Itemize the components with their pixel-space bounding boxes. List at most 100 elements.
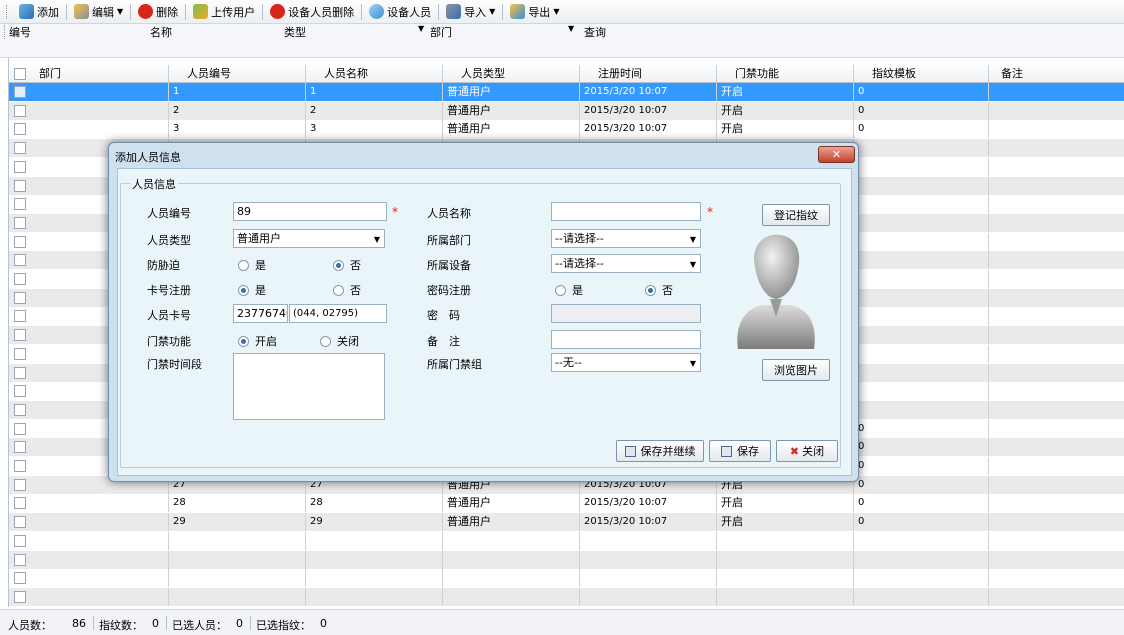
remark-input[interactable] (551, 330, 701, 349)
row-checkbox[interactable] (14, 460, 26, 472)
row-checkbox[interactable] (14, 160, 26, 173)
header-fp-template[interactable]: 指纹模板 (854, 65, 989, 83)
header-reg-time[interactable]: 注册时间 (580, 65, 717, 83)
device-select[interactable]: --请选择-- ▼ (551, 254, 701, 273)
person-id-input[interactable]: 89 (233, 202, 387, 221)
dialog-close-button[interactable]: ✕ (818, 146, 855, 163)
filter-type-label: 类型 (284, 26, 306, 39)
card-no-input[interactable]: 237767403 (233, 304, 288, 323)
row-checkbox[interactable] (14, 347, 26, 360)
pwd-reg-no-radio[interactable]: 否 (645, 282, 673, 298)
table-row[interactable] (9, 550, 1124, 569)
row-checkbox[interactable] (14, 104, 26, 117)
row-checkbox[interactable] (14, 235, 26, 248)
close-button[interactable]: ✖ 关闭 (776, 440, 838, 462)
row-checkbox[interactable] (14, 254, 26, 267)
row-checkbox[interactable] (14, 590, 26, 603)
row-checkbox[interactable] (14, 366, 26, 379)
table-row[interactable] (9, 531, 1124, 550)
status-divider (166, 616, 167, 630)
chevron-down-icon[interactable]: ▼ (489, 7, 495, 16)
device-delete-button[interactable]: 设备人员删除 (266, 2, 358, 22)
table-row[interactable] (9, 569, 1124, 588)
query-button[interactable]: 查询 (584, 24, 606, 40)
pwd-reg-yes-radio[interactable]: 是 (555, 282, 583, 298)
person-type-select[interactable]: 普通用户 ▼ (233, 229, 385, 248)
row-checkbox[interactable] (14, 441, 26, 454)
header-dept[interactable]: 部门 (31, 65, 169, 83)
row-checkbox[interactable] (14, 310, 26, 323)
cell-fp-template (854, 363, 989, 382)
header-remark[interactable]: 备注 (989, 65, 1124, 83)
table-row[interactable]: 3 3 普通用户 2015/3/20 10:07 开启 0 (9, 120, 1124, 139)
row-checkbox[interactable] (14, 179, 26, 192)
save-button[interactable]: 保存 (709, 440, 771, 462)
cell-remark (989, 102, 1124, 120)
row-checkbox[interactable] (14, 478, 26, 491)
device-person-button[interactable]: 设备人员 (365, 2, 435, 22)
register-fingerprint-button[interactable]: 登记指纹 (762, 204, 830, 226)
row-checkbox[interactable] (14, 123, 26, 136)
person-name-input[interactable] (551, 202, 701, 221)
toolbar-separator (502, 3, 504, 20)
chevron-down-icon[interactable]: ▼ (553, 7, 559, 16)
table-row[interactable]: 1 1 普通用户 2015/3/20 10:07 开启 0 (9, 83, 1124, 101)
table-row[interactable]: 2 2 普通用户 2015/3/20 10:07 开启 0 (9, 101, 1124, 120)
edit-button[interactable]: 编辑 ▼ (70, 2, 127, 22)
row-checkbox[interactable] (14, 534, 26, 547)
row-checkbox[interactable] (14, 516, 26, 529)
door-time-list[interactable] (233, 353, 385, 420)
row-checkbox[interactable] (14, 273, 26, 285)
row-checkbox[interactable] (14, 497, 26, 510)
delete-button[interactable]: 删除 (134, 2, 182, 22)
row-checkbox[interactable] (14, 422, 26, 435)
table-row[interactable]: 29 29 普通用户 2015/3/20 10:07 开启 0 (9, 513, 1124, 532)
header-person-id[interactable]: 人员编号 (169, 65, 306, 83)
card-reg-no-radio[interactable]: 否 (333, 282, 361, 298)
header-person-type[interactable]: 人员类型 (443, 65, 580, 83)
row-checkbox[interactable] (14, 86, 26, 98)
table-row[interactable]: 28 28 普通用户 2015/3/20 10:07 开启 0 (9, 494, 1124, 513)
row-checkbox[interactable] (14, 198, 26, 211)
cell-reg-time: 2015/3/20 10:07 (580, 101, 717, 120)
card-reg-yes-radio[interactable]: 是 (238, 282, 266, 298)
row-checkbox[interactable] (14, 403, 26, 416)
header-person-name[interactable]: 人员名称 (306, 65, 443, 83)
duress-no-radio[interactable]: 否 (333, 257, 361, 273)
select-all-checkbox[interactable] (14, 68, 26, 80)
chevron-down-icon[interactable]: ▼ (418, 24, 424, 33)
row-checkbox[interactable] (14, 553, 26, 566)
cell-remark (989, 307, 1124, 325)
row-checkbox[interactable] (14, 572, 26, 585)
upload-user-button[interactable]: 上传用户 (189, 2, 259, 22)
cell-fp-template (854, 344, 989, 363)
browse-image-button[interactable]: 浏览图片 (762, 359, 830, 381)
table-row[interactable] (9, 587, 1124, 606)
delete-icon (270, 4, 286, 19)
person-type-label: 人员类型 (147, 234, 191, 247)
export-button[interactable]: 导出 ▼ (506, 2, 563, 22)
chevron-down-icon: ▼ (689, 260, 696, 269)
door-on-radio[interactable]: 开启 (238, 333, 277, 349)
dept-select[interactable]: --请选择-- ▼ (551, 229, 701, 248)
add-button[interactable]: 添加 (15, 2, 63, 22)
filter-dept-label: 部门 (430, 26, 452, 39)
row-checkbox[interactable] (14, 329, 26, 342)
duress-yes-radio[interactable]: 是 (238, 257, 266, 273)
cell-remark (989, 457, 1124, 475)
header-door-func[interactable]: 门禁功能 (717, 65, 854, 83)
person-id-label: 人员编号 (147, 207, 191, 220)
row-checkbox[interactable] (14, 142, 26, 155)
cell-door-func: 开启 (717, 513, 854, 532)
door-off-radio[interactable]: 关闭 (320, 333, 359, 349)
chevron-down-icon[interactable]: ▼ (568, 24, 574, 33)
row-checkbox[interactable] (14, 291, 26, 304)
import-button[interactable]: 导入 ▼ (442, 2, 499, 22)
row-checkbox[interactable] (14, 385, 26, 398)
door-group-select[interactable]: --无-- ▼ (551, 353, 701, 372)
row-checkbox[interactable] (14, 216, 26, 229)
cell-reg-time (580, 550, 717, 569)
password-input[interactable] (551, 304, 701, 323)
chevron-down-icon[interactable]: ▼ (117, 7, 123, 16)
save-continue-button[interactable]: 保存并继续 (616, 440, 704, 462)
